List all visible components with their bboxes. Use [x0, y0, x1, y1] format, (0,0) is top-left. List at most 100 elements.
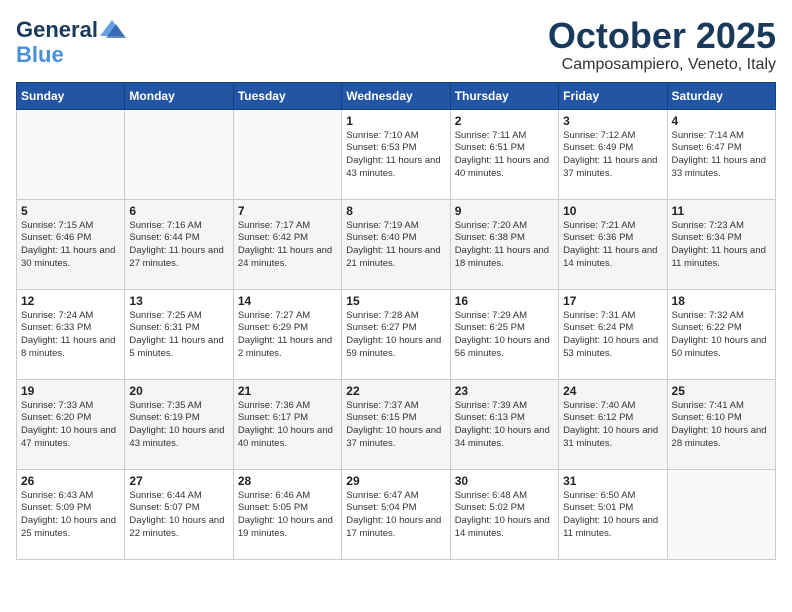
day-number: 16: [455, 294, 554, 308]
day-number: 31: [563, 474, 662, 488]
day-number: 11: [672, 204, 771, 218]
day-number: 24: [563, 384, 662, 398]
calendar-cell: 27 Sunrise: 6:44 AM Sunset: 5:07 PM Dayli…: [125, 469, 233, 559]
cell-content: Sunrise: 7:41 AM Sunset: 6:10 PM Dayligh…: [672, 400, 771, 451]
day-number: 17: [563, 294, 662, 308]
day-number: 27: [129, 474, 228, 488]
day-number: 3: [563, 114, 662, 128]
dow-friday: Friday: [559, 82, 667, 109]
calendar-week-1: 5 Sunrise: 7:15 AM Sunset: 6:46 PM Daylig…: [17, 199, 776, 289]
day-number: 6: [129, 204, 228, 218]
calendar-cell: [233, 109, 341, 199]
logo: General Blue: [16, 16, 126, 66]
cell-content: Sunrise: 6:50 AM Sunset: 5:01 PM Dayligh…: [563, 490, 662, 541]
dow-saturday: Saturday: [667, 82, 775, 109]
cell-content: Sunrise: 7:17 AM Sunset: 6:42 PM Dayligh…: [238, 220, 337, 271]
calendar-cell: 1 Sunrise: 7:10 AM Sunset: 6:53 PM Daylig…: [342, 109, 450, 199]
calendar-cell: 17 Sunrise: 7:31 AM Sunset: 6:24 PM Dayli…: [559, 289, 667, 379]
calendar-cell: 9Sunrise: 7:20 AM Sunset: 6:38 PM Daylig…: [450, 199, 558, 289]
calendar-cell: 21 Sunrise: 7:36 AM Sunset: 6:17 PM Dayli…: [233, 379, 341, 469]
calendar-cell: 22 Sunrise: 7:37 AM Sunset: 6:15 PM Dayli…: [342, 379, 450, 469]
calendar-cell: 19 Sunrise: 7:33 AM Sunset: 6:20 PM Dayli…: [17, 379, 125, 469]
location: Camposampiero, Veneto, Italy: [548, 56, 776, 74]
day-number: 2: [455, 114, 554, 128]
calendar-cell: 28 Sunrise: 6:46 AM Sunset: 5:05 PM Dayli…: [233, 469, 341, 559]
day-number: 19: [21, 384, 120, 398]
calendar-cell: 20Sunrise: 7:35 AM Sunset: 6:19 PM Dayli…: [125, 379, 233, 469]
cell-content: Sunrise: 6:48 AM Sunset: 5:02 PM Dayligh…: [455, 490, 554, 541]
cell-content: Sunrise: 7:36 AM Sunset: 6:17 PM Dayligh…: [238, 400, 337, 451]
calendar-cell: 24 Sunrise: 7:40 AM Sunset: 6:12 PM Dayli…: [559, 379, 667, 469]
cell-content: Sunrise: 7:33 AM Sunset: 6:20 PM Dayligh…: [21, 400, 120, 451]
cell-content: Sunrise: 7:29 AM Sunset: 6:25 PM Dayligh…: [455, 310, 554, 361]
cell-content: Sunrise: 6:46 AM Sunset: 5:05 PM Dayligh…: [238, 490, 337, 541]
calendar-cell: 18 Sunrise: 7:32 AM Sunset: 6:22 PM Dayli…: [667, 289, 775, 379]
calendar-week-2: 12 Sunrise: 7:24 AM Sunset: 6:33 PM Dayli…: [17, 289, 776, 379]
dow-tuesday: Tuesday: [233, 82, 341, 109]
cell-content: Sunrise: 7:14 AM Sunset: 6:47 PM Dayligh…: [672, 130, 771, 181]
calendar-cell: 26Sunrise: 6:43 AM Sunset: 5:09 PM Dayli…: [17, 469, 125, 559]
day-number: 25: [672, 384, 771, 398]
calendar-cell: 31 Sunrise: 6:50 AM Sunset: 5:01 PM Dayli…: [559, 469, 667, 559]
calendar-cell: 29Sunrise: 6:47 AM Sunset: 5:04 PM Dayli…: [342, 469, 450, 559]
calendar-cell: 6 Sunrise: 7:16 AM Sunset: 6:44 PM Daylig…: [125, 199, 233, 289]
month-title: October 2025: [548, 16, 776, 56]
cell-content: Sunrise: 7:32 AM Sunset: 6:22 PM Dayligh…: [672, 310, 771, 361]
cell-content: Sunrise: 6:44 AM Sunset: 5:07 PM Dayligh…: [129, 490, 228, 541]
day-number: 28: [238, 474, 337, 488]
cell-content: Sunrise: 7:28 AM Sunset: 6:27 PM Dayligh…: [346, 310, 445, 361]
day-number: 30: [455, 474, 554, 488]
calendar-cell: 25 Sunrise: 7:41 AM Sunset: 6:10 PM Dayli…: [667, 379, 775, 469]
calendar-week-0: 1 Sunrise: 7:10 AM Sunset: 6:53 PM Daylig…: [17, 109, 776, 199]
day-number: 18: [672, 294, 771, 308]
day-number: 13: [129, 294, 228, 308]
calendar-body: 1 Sunrise: 7:10 AM Sunset: 6:53 PM Daylig…: [17, 109, 776, 559]
calendar-cell: 8Sunrise: 7:19 AM Sunset: 6:40 PM Daylig…: [342, 199, 450, 289]
cell-content: Sunrise: 7:37 AM Sunset: 6:15 PM Dayligh…: [346, 400, 445, 451]
dow-wednesday: Wednesday: [342, 82, 450, 109]
calendar-cell: 12 Sunrise: 7:24 AM Sunset: 6:33 PM Dayli…: [17, 289, 125, 379]
day-number: 21: [238, 384, 337, 398]
day-number: 29: [346, 474, 445, 488]
cell-content: Sunrise: 7:20 AM Sunset: 6:38 PM Dayligh…: [455, 220, 554, 271]
calendar-cell: 13Sunrise: 7:25 AM Sunset: 6:31 PM Dayli…: [125, 289, 233, 379]
day-number: 12: [21, 294, 120, 308]
cell-content: Sunrise: 7:16 AM Sunset: 6:44 PM Dayligh…: [129, 220, 228, 271]
cell-content: Sunrise: 7:11 AM Sunset: 6:51 PM Dayligh…: [455, 130, 554, 181]
logo-text: General: [16, 19, 98, 41]
calendar-cell: 2 Sunrise: 7:11 AM Sunset: 6:51 PM Daylig…: [450, 109, 558, 199]
dow-thursday: Thursday: [450, 82, 558, 109]
day-number: 15: [346, 294, 445, 308]
cell-content: Sunrise: 7:40 AM Sunset: 6:12 PM Dayligh…: [563, 400, 662, 451]
day-number: 7: [238, 204, 337, 218]
calendar-cell: 4Sunrise: 7:14 AM Sunset: 6:47 PM Daylig…: [667, 109, 775, 199]
calendar-cell: 3Sunrise: 7:12 AM Sunset: 6:49 PM Daylig…: [559, 109, 667, 199]
cell-content: Sunrise: 7:21 AM Sunset: 6:36 PM Dayligh…: [563, 220, 662, 271]
calendar-cell: 11 Sunrise: 7:23 AM Sunset: 6:34 PM Dayli…: [667, 199, 775, 289]
calendar-cell: [667, 469, 775, 559]
logo-icon: [98, 16, 126, 44]
calendar-cell: 7 Sunrise: 7:17 AM Sunset: 6:42 PM Daylig…: [233, 199, 341, 289]
calendar-cell: 30 Sunrise: 6:48 AM Sunset: 5:02 PM Dayli…: [450, 469, 558, 559]
calendar-week-4: 26Sunrise: 6:43 AM Sunset: 5:09 PM Dayli…: [17, 469, 776, 559]
day-number: 10: [563, 204, 662, 218]
calendar-cell: 15 Sunrise: 7:28 AM Sunset: 6:27 PM Dayli…: [342, 289, 450, 379]
day-number: 22: [346, 384, 445, 398]
cell-content: Sunrise: 7:10 AM Sunset: 6:53 PM Dayligh…: [346, 130, 445, 181]
calendar-cell: [125, 109, 233, 199]
day-number: 8: [346, 204, 445, 218]
cell-content: Sunrise: 7:39 AM Sunset: 6:13 PM Dayligh…: [455, 400, 554, 451]
cell-content: Sunrise: 7:31 AM Sunset: 6:24 PM Dayligh…: [563, 310, 662, 361]
calendar-cell: 14 Sunrise: 7:27 AM Sunset: 6:29 PM Dayli…: [233, 289, 341, 379]
calendar-week-3: 19 Sunrise: 7:33 AM Sunset: 6:20 PM Dayli…: [17, 379, 776, 469]
day-number: 1: [346, 114, 445, 128]
day-number: 14: [238, 294, 337, 308]
calendar-cell: 5 Sunrise: 7:15 AM Sunset: 6:46 PM Daylig…: [17, 199, 125, 289]
cell-content: Sunrise: 7:15 AM Sunset: 6:46 PM Dayligh…: [21, 220, 120, 271]
cell-content: Sunrise: 7:24 AM Sunset: 6:33 PM Dayligh…: [21, 310, 120, 361]
calendar-cell: 23Sunrise: 7:39 AM Sunset: 6:13 PM Dayli…: [450, 379, 558, 469]
day-number: 5: [21, 204, 120, 218]
cell-content: Sunrise: 7:23 AM Sunset: 6:34 PM Dayligh…: [672, 220, 771, 271]
calendar-table: SundayMondayTuesdayWednesdayThursdayFrid…: [16, 82, 776, 560]
cell-content: Sunrise: 7:27 AM Sunset: 6:29 PM Dayligh…: [238, 310, 337, 361]
